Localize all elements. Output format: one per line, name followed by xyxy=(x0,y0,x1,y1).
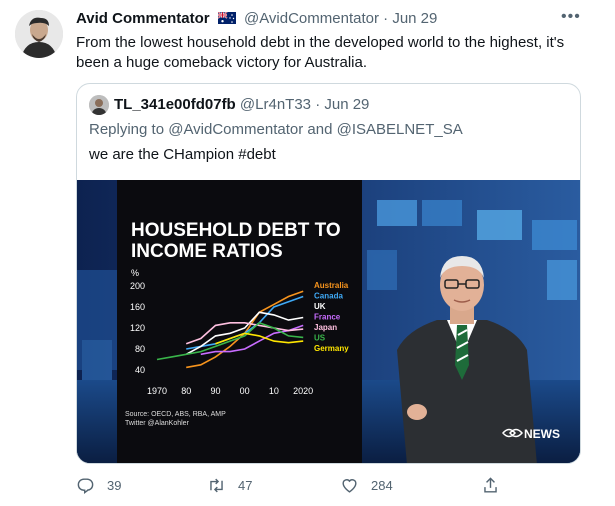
quoted-avatar[interactable] xyxy=(89,95,109,115)
x-tick-label: 10 xyxy=(269,386,279,396)
y-axis-unit: % xyxy=(131,268,139,278)
quoted-author-handle[interactable]: @Lr4nT33 xyxy=(240,96,311,113)
retweet-button[interactable]: 47 xyxy=(207,473,252,497)
tv-frame: HOUSEHOLD DEBT TO INCOME RATIOS % 200 160… xyxy=(77,180,580,463)
y-tick-label: 200 xyxy=(130,281,145,291)
reply-icon xyxy=(77,477,94,494)
y-tick-label: 120 xyxy=(130,323,145,333)
legend-canada: Canada xyxy=(314,292,343,301)
author-handle[interactable]: @AvidCommentator xyxy=(244,10,379,27)
share-icon xyxy=(484,476,497,493)
broadcaster-label: NEWS xyxy=(524,427,560,441)
y-tick-label: 80 xyxy=(135,344,145,354)
legend-france: France xyxy=(314,313,341,322)
tweet[interactable]: Avid Commentator @AvidCommentator · Jun … xyxy=(0,0,615,506)
x-tick-label: 2020 xyxy=(293,386,313,396)
legend-uk: UK xyxy=(314,302,326,311)
x-tick-label: 80 xyxy=(181,386,191,396)
replying-to: Replying to @AvidCommentator and @ISABEL… xyxy=(89,120,463,140)
share-button[interactable] xyxy=(481,473,500,497)
more-options-icon[interactable]: ••• xyxy=(561,9,581,25)
reply-mention[interactable]: @ISABELNET_SA xyxy=(337,121,463,138)
separator: · xyxy=(383,10,389,27)
author-name[interactable]: Avid Commentator xyxy=(76,10,210,27)
reply-button[interactable]: 39 xyxy=(76,473,121,497)
media-image[interactable]: HOUSEHOLD DEBT TO INCOME RATIOS % 200 160… xyxy=(77,180,580,463)
y-tick-label: 40 xyxy=(135,365,145,375)
quoted-header: TL_341e00fd07fb @Lr4nT33 · Jun 29 xyxy=(114,96,369,114)
chart-credit: Twitter @AlanKohler xyxy=(125,420,190,427)
legend-germany: Germany xyxy=(314,344,349,353)
quoted-tweet[interactable]: TL_341e00fd07fb @Lr4nT33 · Jun 29 Replyi… xyxy=(76,83,581,464)
reply-and: and xyxy=(307,121,333,138)
australian-flag-icon xyxy=(217,10,236,24)
chart-title-line-2: INCOME RATIOS xyxy=(131,241,283,262)
tweet-date[interactable]: Jun 29 xyxy=(392,10,437,27)
quoted-text: we are the CHampion #debt xyxy=(89,146,276,163)
tweet-actions: 39 47 284 xyxy=(76,473,516,497)
separator: · xyxy=(315,96,321,113)
reply-count: 39 xyxy=(107,477,122,493)
heart-icon xyxy=(342,478,357,493)
legend-us: US xyxy=(314,334,326,343)
avatar[interactable] xyxy=(15,10,63,58)
quoted-author-name[interactable]: TL_341e00fd07fb xyxy=(114,96,236,113)
legend-australia: Australia xyxy=(314,281,349,290)
like-button[interactable]: 284 xyxy=(340,473,393,497)
like-count: 284 xyxy=(371,477,393,493)
chart-source: Source: OECD, ABS, RBA, AMP xyxy=(125,411,226,418)
tweet-header: Avid Commentator @AvidCommentator · Jun … xyxy=(76,9,437,29)
x-tick-label: 00 xyxy=(240,386,250,396)
tweet-text: From the lowest household debt in the de… xyxy=(76,34,565,71)
retweet-count: 47 xyxy=(238,477,253,493)
x-tick-label: 90 xyxy=(210,386,220,396)
x-tick-label: 1970 xyxy=(147,386,167,396)
legend-japan: Japan xyxy=(314,323,337,332)
chart-title-line-1: HOUSEHOLD DEBT TO xyxy=(131,220,341,241)
quoted-date[interactable]: Jun 29 xyxy=(324,96,369,113)
reply-mention[interactable]: @AvidCommentator xyxy=(168,121,303,138)
y-tick-label: 160 xyxy=(130,302,145,312)
retweet-icon xyxy=(210,478,223,492)
reply-prefix: Replying to xyxy=(89,121,165,138)
